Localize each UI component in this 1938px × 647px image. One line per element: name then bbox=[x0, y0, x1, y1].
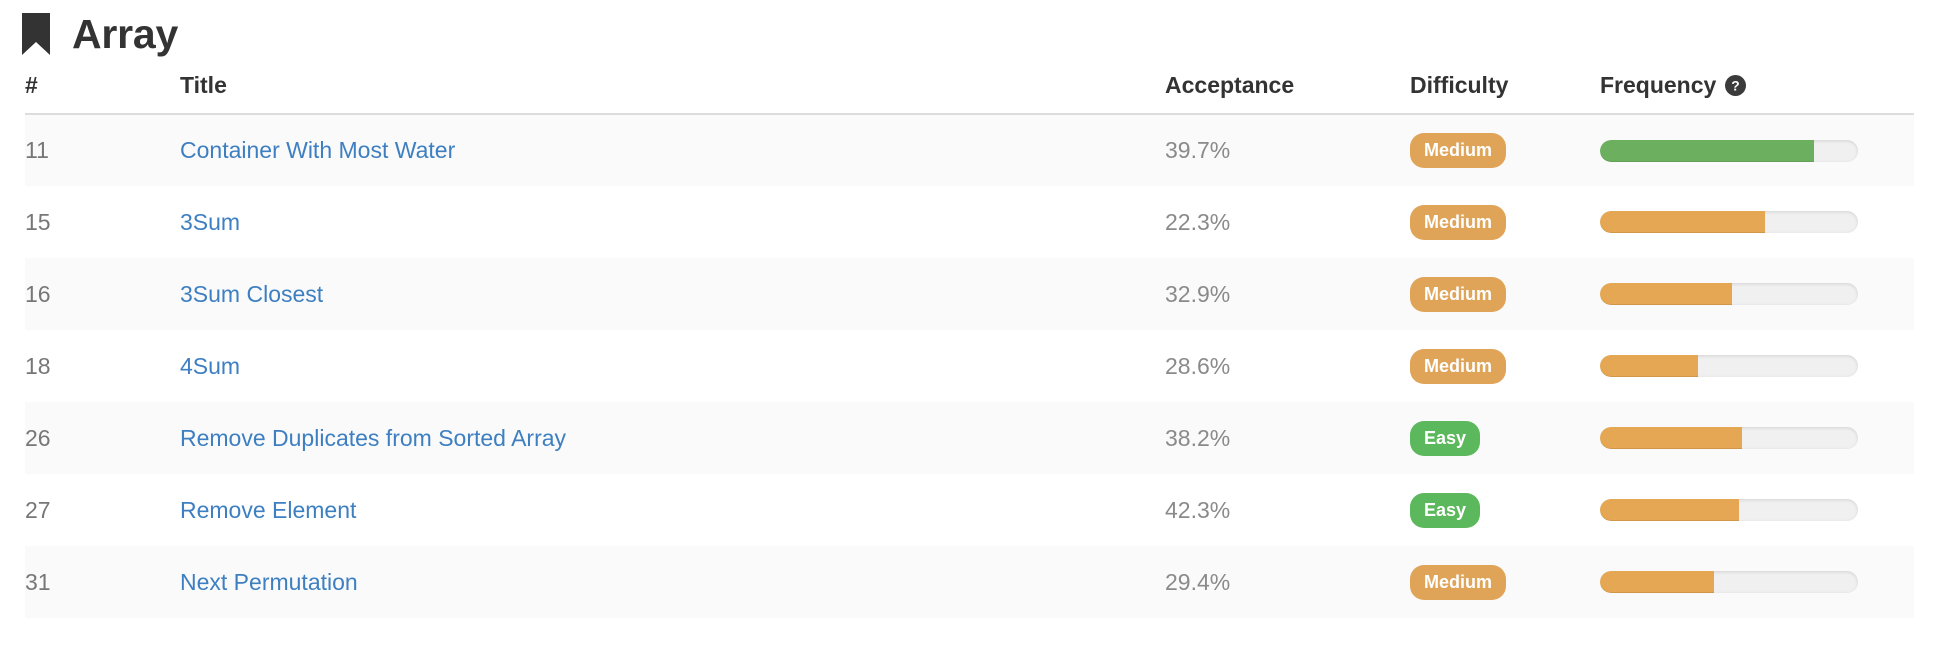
cell-title: Remove Duplicates from Sorted Array bbox=[180, 402, 1165, 474]
frequency-bar-fill bbox=[1600, 139, 1815, 162]
problem-title-link[interactable]: Next Permutation bbox=[180, 569, 358, 595]
frequency-bar-fill bbox=[1600, 355, 1699, 377]
problem-title-link[interactable]: Remove Duplicates from Sorted Array bbox=[180, 425, 566, 451]
difficulty-badge: Medium bbox=[1410, 276, 1507, 312]
difficulty-badge: Easy bbox=[1410, 492, 1481, 528]
column-header-acceptance[interactable]: Acceptance bbox=[1165, 58, 1410, 115]
cell-difficulty: Medium bbox=[1410, 546, 1600, 618]
cell-frequency bbox=[1600, 474, 1914, 546]
cell-difficulty: Medium bbox=[1410, 114, 1600, 186]
cell-number: 18 bbox=[25, 352, 51, 379]
cell-title: Container With Most Water bbox=[180, 114, 1165, 186]
cell-acceptance: 39.7% bbox=[1165, 137, 1231, 163]
cell-frequency bbox=[1600, 114, 1914, 186]
cell-number: 16 bbox=[25, 280, 51, 307]
column-header-frequency[interactable]: Frequency ? bbox=[1600, 58, 1914, 115]
column-header-difficulty[interactable]: Difficulty bbox=[1410, 58, 1600, 115]
table-row[interactable]: 26 Remove Duplicates from Sorted Array 38.… bbox=[25, 402, 1914, 474]
problem-table-container: # Title Acceptance Difficulty Frequency … bbox=[0, 58, 1938, 618]
column-header-frequency-label: Frequency bbox=[1600, 72, 1717, 98]
cell-difficulty: Easy bbox=[1410, 474, 1600, 546]
table-row[interactable]: 27 Remove Element 42.3% Easy bbox=[25, 474, 1914, 546]
cell-number: 31 bbox=[25, 568, 51, 595]
cell-number: 11 bbox=[25, 137, 49, 163]
column-header-number[interactable]: # bbox=[25, 58, 180, 115]
problem-title-link[interactable]: 4Sum bbox=[180, 353, 240, 379]
cell-title: 3Sum Closest bbox=[180, 258, 1165, 330]
frequency-bar-track bbox=[1600, 139, 1858, 162]
cell-title: Remove Element bbox=[180, 474, 1165, 546]
frequency-bar-track bbox=[1600, 499, 1858, 521]
cell-difficulty: Medium bbox=[1410, 330, 1600, 402]
cell-acceptance: 38.2% bbox=[1165, 424, 1231, 451]
problem-title-link[interactable]: 3Sum bbox=[180, 209, 240, 235]
frequency-bar-track bbox=[1600, 283, 1858, 305]
problem-title-link[interactable]: Remove Element bbox=[180, 497, 356, 523]
frequency-bar-track bbox=[1600, 355, 1858, 377]
table-row[interactable]: 16 3Sum Closest 32.9% Medium bbox=[25, 258, 1914, 330]
frequency-bar-fill bbox=[1600, 571, 1714, 593]
cell-number: 26 bbox=[25, 424, 51, 451]
cell-difficulty: Medium bbox=[1410, 186, 1600, 258]
cell-difficulty: Medium bbox=[1410, 258, 1600, 330]
difficulty-badge: Medium bbox=[1410, 204, 1507, 240]
cell-acceptance: 42.3% bbox=[1165, 496, 1231, 523]
difficulty-badge: Easy bbox=[1410, 420, 1481, 456]
cell-difficulty: Easy bbox=[1410, 402, 1600, 474]
table-row[interactable]: 31 Next Permutation 29.4% Medium bbox=[25, 546, 1914, 618]
table-row[interactable]: 11 Container With Most Water 39.7% Medium bbox=[25, 114, 1914, 186]
bookmark-icon bbox=[22, 13, 50, 55]
frequency-bar-fill bbox=[1600, 211, 1766, 233]
problem-title-link[interactable]: 3Sum Closest bbox=[180, 281, 323, 307]
cell-frequency bbox=[1600, 186, 1914, 258]
cell-title: 3Sum bbox=[180, 186, 1165, 258]
page-heading: Array bbox=[0, 0, 1938, 58]
page-title: Array bbox=[72, 10, 179, 57]
column-header-title[interactable]: Title bbox=[180, 58, 1165, 115]
frequency-bar-fill bbox=[1600, 427, 1742, 449]
difficulty-badge: Medium bbox=[1410, 348, 1507, 384]
cell-number: 15 bbox=[25, 208, 51, 235]
table-header: # Title Acceptance Difficulty Frequency … bbox=[25, 58, 1914, 115]
cell-acceptance: 28.6% bbox=[1165, 352, 1231, 379]
question-circle-icon[interactable]: ? bbox=[1725, 75, 1747, 96]
cell-acceptance: 22.3% bbox=[1165, 208, 1231, 235]
table-row[interactable]: 18 4Sum 28.6% Medium bbox=[25, 330, 1914, 402]
problem-table: # Title Acceptance Difficulty Frequency … bbox=[25, 58, 1914, 618]
difficulty-badge: Medium bbox=[1410, 564, 1507, 600]
cell-frequency bbox=[1600, 402, 1914, 474]
svg-text:?: ? bbox=[1732, 78, 1740, 94]
frequency-bar-fill bbox=[1600, 283, 1732, 305]
table-header-row: # Title Acceptance Difficulty Frequency … bbox=[25, 58, 1914, 115]
cell-title: 4Sum bbox=[180, 330, 1165, 402]
difficulty-badge: Medium bbox=[1410, 133, 1507, 168]
cell-number: 27 bbox=[25, 496, 51, 523]
cell-frequency bbox=[1600, 546, 1914, 618]
frequency-bar-fill bbox=[1600, 499, 1740, 521]
frequency-bar-track bbox=[1600, 427, 1858, 449]
frequency-bar-track bbox=[1600, 571, 1858, 593]
problem-title-link[interactable]: Container With Most Water bbox=[180, 137, 455, 163]
cell-acceptance: 29.4% bbox=[1165, 568, 1231, 595]
cell-frequency bbox=[1600, 330, 1914, 402]
table-row[interactable]: 15 3Sum 22.3% Medium bbox=[25, 186, 1914, 258]
table-body: 11 Container With Most Water 39.7% Medium 15… bbox=[25, 114, 1914, 618]
frequency-bar-track bbox=[1600, 211, 1858, 233]
problem-list-page: Array # Title Acceptance Difficulty Freq… bbox=[0, 0, 1938, 647]
cell-frequency bbox=[1600, 258, 1914, 330]
cell-title: Next Permutation bbox=[180, 546, 1165, 618]
cell-acceptance: 32.9% bbox=[1165, 280, 1231, 307]
